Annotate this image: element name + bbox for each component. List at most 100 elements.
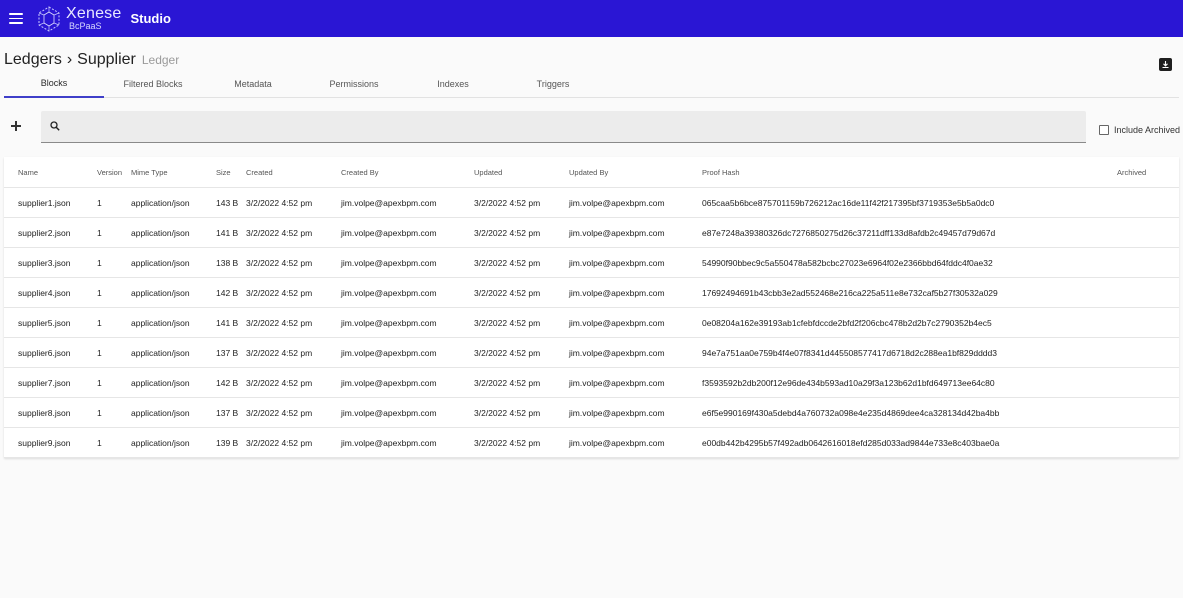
tab-filtered-blocks[interactable]: Filtered Blocks — [113, 70, 193, 97]
header-created[interactable]: Created — [246, 157, 273, 187]
header-size[interactable]: Size — [216, 157, 231, 187]
add-icon[interactable] — [8, 118, 24, 134]
cell-version: 1 — [97, 377, 102, 388]
cell-created-by: jim.volpe@apexbpm.com — [341, 377, 437, 388]
cell-version: 1 — [97, 317, 102, 328]
cell-created-by: jim.volpe@apexbpm.com — [341, 227, 437, 238]
breadcrumb: Ledgers › Supplier Ledger — [4, 51, 179, 69]
cell-created-by: jim.volpe@apexbpm.com — [341, 197, 437, 208]
header-created-by[interactable]: Created By — [341, 157, 379, 187]
brand: Xenese BcPaaS — [66, 6, 121, 31]
cell-proof-hash: e87e7248a39380326dc7276850275d26c37211df… — [702, 227, 996, 238]
cell-updated-by: jim.volpe@apexbpm.com — [569, 257, 665, 268]
cell-version: 1 — [97, 227, 102, 238]
cell-version: 1 — [97, 257, 102, 268]
cell-updated: 3/2/2022 4:52 pm — [474, 257, 541, 268]
breadcrumb-type: Ledger — [141, 53, 180, 67]
table-row[interactable]: supplier4.json 1 application/json 142 B 3/2/… — [4, 278, 1179, 308]
table-row[interactable]: supplier5.json 1 application/json 141 B 3/2/… — [4, 308, 1179, 338]
cell-name: supplier2.json — [18, 227, 71, 238]
cell-updated-by: jim.volpe@apexbpm.com — [569, 227, 665, 238]
cell-updated: 3/2/2022 4:52 pm — [474, 437, 541, 448]
cell-size: 137 B — [216, 347, 239, 358]
table-row[interactable]: supplier2.json 1 application/json 141 B 3/2/… — [4, 218, 1179, 248]
cell-proof-hash: e00db442b4295b57f492adb0642616018efd285d… — [702, 437, 1000, 448]
tab-blocks[interactable]: Blocks — [4, 70, 104, 98]
cell-proof-hash: 94e7a751aa0e759b4f4e07f8341d445508577417… — [702, 347, 997, 358]
search-input[interactable] — [67, 117, 1077, 137]
cell-proof-hash: 0e08204a162e39193ab1cfebfdccde2bfd2f206c… — [702, 317, 992, 328]
cell-size: 139 B — [216, 437, 239, 448]
cell-created: 3/2/2022 4:52 pm — [246, 227, 313, 238]
breadcrumb-ledgers[interactable]: Ledgers — [4, 51, 62, 69]
cell-updated: 3/2/2022 4:52 pm — [474, 287, 541, 298]
table-body: supplier1.json 1 application/json 143 B 3/2/… — [4, 188, 1179, 458]
cell-name: supplier3.json — [18, 257, 71, 268]
tab-indexes[interactable]: Indexes — [429, 70, 477, 97]
header-archived[interactable]: Archived — [1117, 157, 1146, 187]
cell-created-by: jim.volpe@apexbpm.com — [341, 407, 437, 418]
tab-bar: Blocks Filtered Blocks Metadata Permissi… — [4, 70, 1179, 98]
header-name[interactable]: Name — [18, 157, 38, 187]
hamburger-menu-icon[interactable] — [9, 13, 23, 24]
cell-version: 1 — [97, 287, 102, 298]
header-mime-type[interactable]: Mime Type — [131, 157, 168, 187]
table-header-row: Name Version Mime Type Size Created Crea… — [4, 157, 1179, 188]
table-row[interactable]: supplier1.json 1 application/json 143 B 3/2/… — [4, 188, 1179, 218]
cell-updated-by: jim.volpe@apexbpm.com — [569, 317, 665, 328]
cell-name: supplier8.json — [18, 407, 71, 418]
tab-triggers[interactable]: Triggers — [528, 70, 578, 97]
app-bar: Xenese BcPaaS Studio — [0, 0, 1183, 37]
cell-updated-by: jim.volpe@apexbpm.com — [569, 197, 665, 208]
header-updated-by[interactable]: Updated By — [569, 157, 608, 187]
cell-name: supplier6.json — [18, 347, 71, 358]
table-row[interactable]: supplier6.json 1 application/json 137 B 3/2/… — [4, 338, 1179, 368]
download-icon — [1162, 61, 1169, 69]
cell-name: supplier7.json — [18, 377, 71, 388]
search-icon — [50, 121, 60, 131]
cell-mime-type: application/json — [131, 227, 190, 238]
cell-proof-hash: 54990f90bbec9c5a550478a582bcbc27023e6964… — [702, 257, 993, 268]
blocks-table: Name Version Mime Type Size Created Crea… — [4, 157, 1179, 458]
include-archived-toggle[interactable]: Include Archived — [1099, 125, 1180, 135]
cell-updated-by: jim.volpe@apexbpm.com — [569, 377, 665, 388]
cell-size: 142 B — [216, 287, 239, 298]
cell-created-by: jim.volpe@apexbpm.com — [341, 437, 437, 448]
header-version[interactable]: Version — [97, 157, 122, 187]
table-row[interactable]: supplier7.json 1 application/json 142 B 3/2/… — [4, 368, 1179, 398]
cell-mime-type: application/json — [131, 407, 190, 418]
cell-size: 137 B — [216, 407, 239, 418]
tab-permissions[interactable]: Permissions — [320, 70, 388, 97]
header-proof-hash[interactable]: Proof Hash — [702, 157, 740, 187]
cell-updated: 3/2/2022 4:52 pm — [474, 407, 541, 418]
table-row[interactable]: supplier3.json 1 application/json 138 B 3/2/… — [4, 248, 1179, 278]
cell-mime-type: application/json — [131, 287, 190, 298]
cell-mime-type: application/json — [131, 347, 190, 358]
cell-created-by: jim.volpe@apexbpm.com — [341, 257, 437, 268]
cell-updated: 3/2/2022 4:52 pm — [474, 377, 541, 388]
cell-name: supplier4.json — [18, 287, 71, 298]
cell-size: 141 B — [216, 317, 239, 328]
tab-metadata[interactable]: Metadata — [224, 70, 282, 97]
include-archived-checkbox[interactable] — [1099, 125, 1109, 135]
cell-created: 3/2/2022 4:52 pm — [246, 347, 313, 358]
cell-mime-type: application/json — [131, 377, 190, 388]
cell-name: supplier9.json — [18, 437, 71, 448]
table-row[interactable]: supplier9.json 1 application/json 139 B 3/2/… — [4, 428, 1179, 458]
include-archived-label: Include Archived — [1114, 125, 1181, 135]
cell-size: 138 B — [216, 257, 239, 268]
brand-sub: BcPaaS — [69, 21, 102, 31]
cell-created: 3/2/2022 4:52 pm — [246, 407, 313, 418]
header-updated[interactable]: Updated — [474, 157, 502, 187]
cell-proof-hash: 17692494691b43cbb3e2ad552468e216ca225a51… — [702, 287, 998, 298]
brand-name: Xenese — [66, 5, 122, 22]
cell-created-by: jim.volpe@apexbpm.com — [341, 317, 437, 328]
cell-version: 1 — [97, 347, 102, 358]
cell-size: 142 B — [216, 377, 239, 388]
cell-proof-hash: 065caa5b6bce875701159b726212ac16de11f42f… — [702, 197, 995, 208]
table-row[interactable]: supplier8.json 1 application/json 137 B 3/2/… — [4, 398, 1179, 428]
cell-mime-type: application/json — [131, 257, 190, 268]
xenese-logo-icon — [38, 5, 60, 32]
cell-created: 3/2/2022 4:52 pm — [246, 317, 313, 328]
cell-size: 143 B — [216, 197, 239, 208]
